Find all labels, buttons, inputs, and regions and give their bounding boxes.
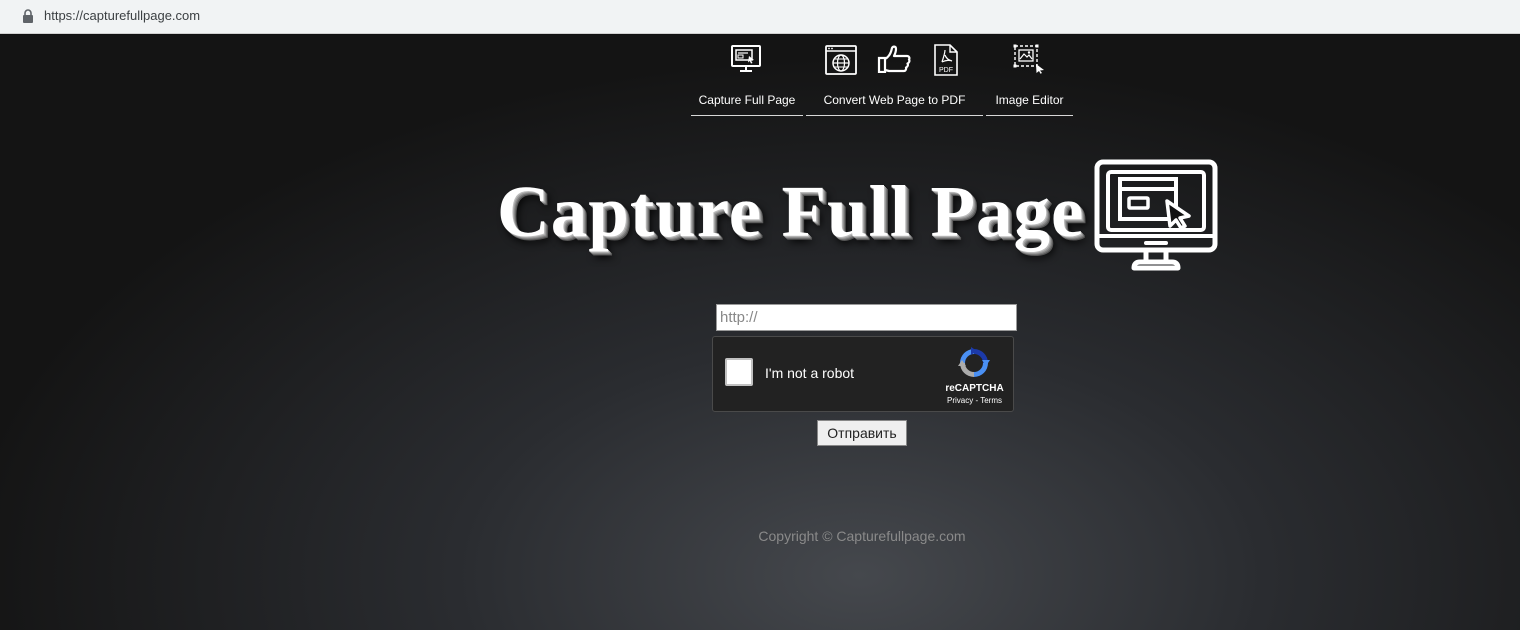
globe-page-icon	[825, 45, 857, 75]
copyright-text: Copyright © Capturefullpage.com	[758, 528, 966, 544]
monitor-icon	[731, 45, 761, 72]
nav-capture-full-page[interactable]: Capture Full Page	[691, 35, 803, 116]
monitor-cursor-icon	[1094, 159, 1218, 271]
page-content: Capture Full Page PDF Convert Web Page t…	[0, 35, 1520, 630]
url-input[interactable]	[716, 304, 1017, 331]
recaptcha-widget: I'm not a robot reCAPTCHA Privacy - Term…	[712, 336, 1014, 412]
submit-button[interactable]: Отправить	[817, 420, 907, 446]
browser-address-bar: https://capturefullpage.com	[0, 0, 1520, 34]
nav-label: Image Editor	[995, 93, 1064, 107]
image-select-icon	[1013, 44, 1044, 74]
nav-convert-to-pdf[interactable]: PDF Convert Web Page to PDF	[806, 35, 983, 116]
captcha-label: I'm not a robot	[765, 365, 855, 381]
nav-label: Convert Web Page to PDF	[823, 93, 966, 107]
thumbs-up-icon	[877, 45, 911, 73]
nav-image-editor[interactable]: Image Editor	[986, 35, 1073, 116]
recaptcha-links[interactable]: Privacy - Terms	[933, 396, 1016, 405]
recaptcha-logo-icon	[958, 347, 990, 377]
pdf-file-icon: PDF	[934, 44, 958, 76]
svg-text:PDF: PDF	[939, 67, 953, 74]
nav-label: Capture Full Page	[698, 93, 796, 107]
recaptcha-brand: reCAPTCHA	[945, 383, 1004, 394]
address-url[interactable]: https://capturefullpage.com	[44, 8, 200, 23]
hero-title: Capture Full Page	[497, 171, 1085, 252]
lock-icon	[23, 9, 33, 23]
captcha-checkbox[interactable]	[725, 358, 753, 386]
